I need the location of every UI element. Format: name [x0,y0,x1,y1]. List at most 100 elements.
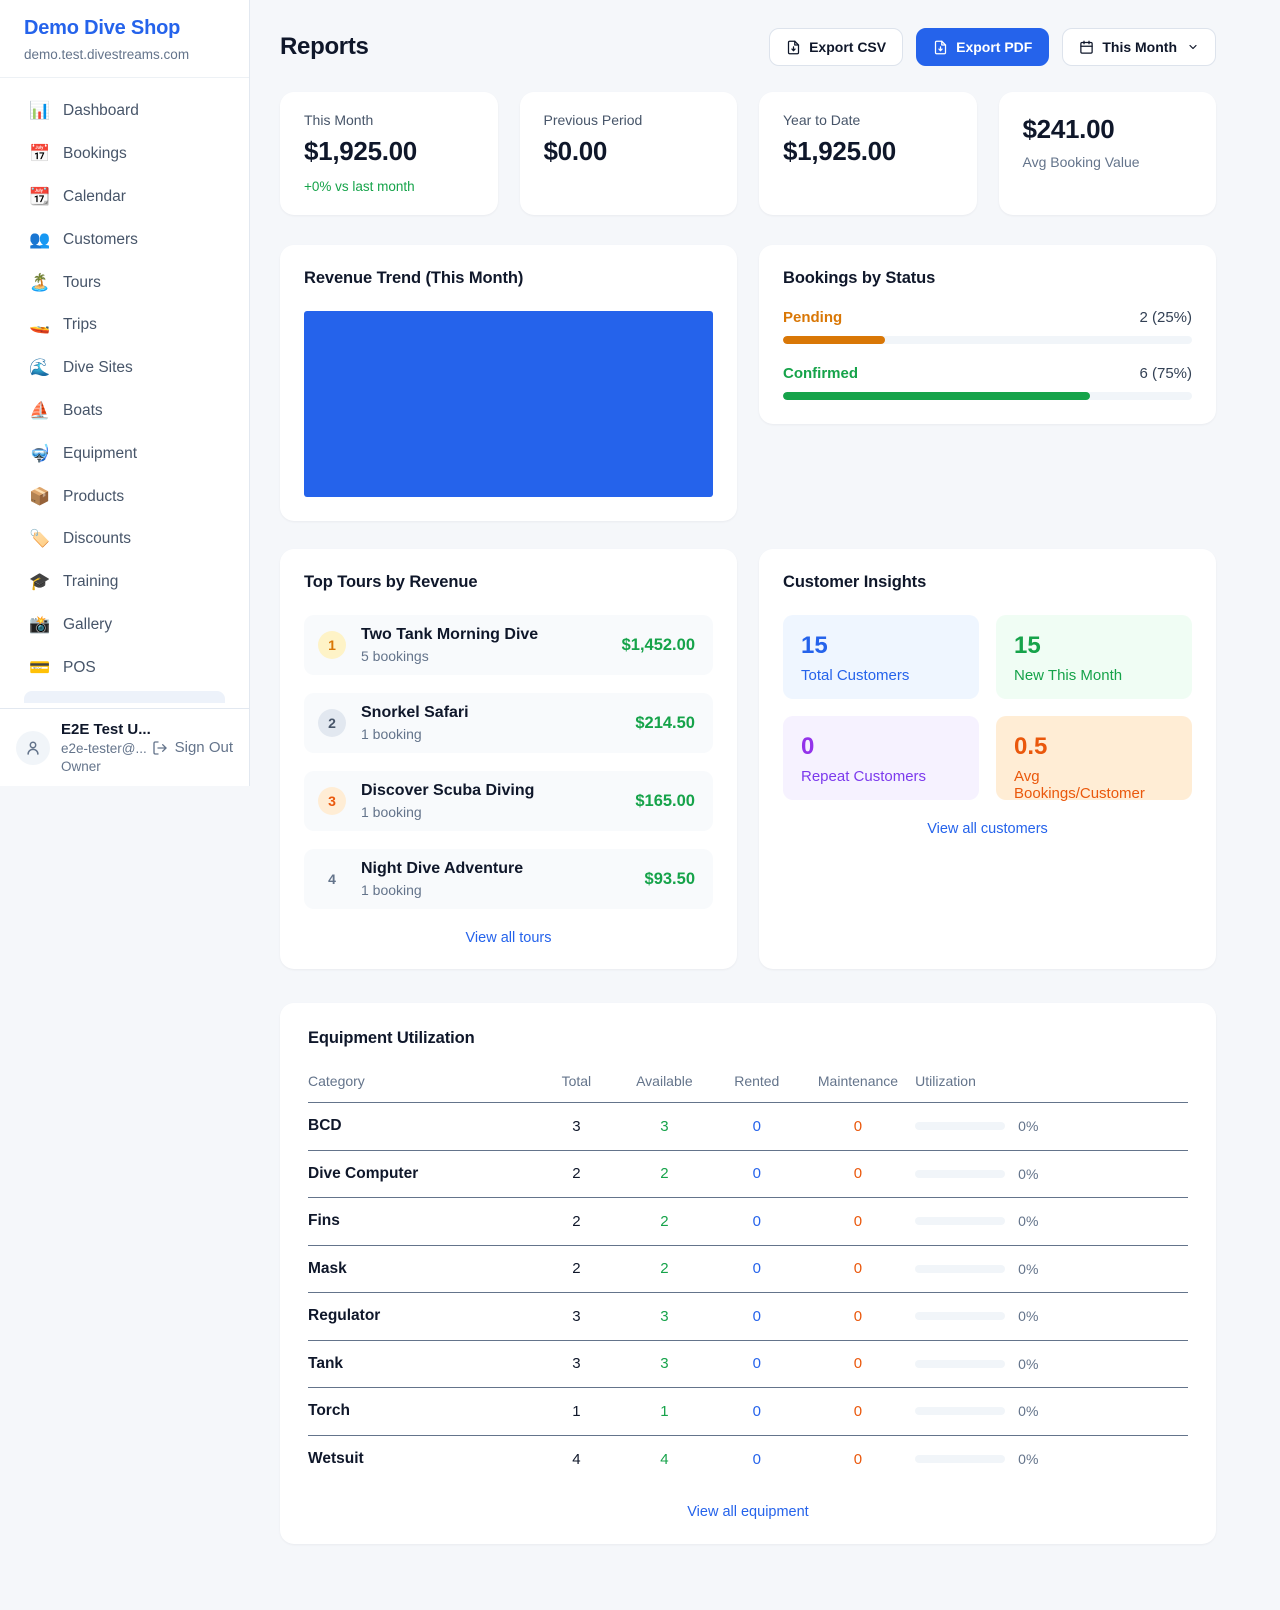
logout-icon [152,740,168,756]
view-all-equipment-link[interactable]: View all equipment [308,1504,1188,1520]
top-tours-card: Top Tours by Revenue 1 Two Tank Morning … [280,549,737,969]
sailboat-icon: ⛵ [29,401,49,421]
charts-row: Revenue Trend (This Month) Bookings by S… [280,245,1216,521]
column-header-utilization: Utilization [915,1065,1188,1103]
cell-maintenance: 0 [801,1435,915,1483]
cell-available: 2 [616,1198,713,1246]
tour-list-item: 3 Discover Scuba Diving 1 booking $165.0… [304,771,713,831]
period-dropdown[interactable]: This Month [1062,28,1216,66]
tour-name: Discover Scuba Diving [361,782,534,800]
cell-utilization: 0% [915,1198,1188,1246]
cell-total: 3 [537,1293,616,1341]
equipment-utilization-title: Equipment Utilization [308,1029,1188,1048]
sidebar-item-tours[interactable]: 🏝️ Tours [12,261,237,304]
sidebar-item-bookings[interactable]: 📅 Bookings [12,133,237,176]
cell-category: Torch [308,1388,537,1436]
stat-label: Avg Booking Value [1023,154,1193,170]
header-actions: Export CSV Export PDF This Month [769,28,1216,66]
sidebar-item-boats[interactable]: ⛵ Boats [12,390,237,433]
sidebar-item-label: Products [63,488,124,506]
column-header-total: Total [537,1065,616,1103]
column-header-maintenance: Maintenance [801,1065,915,1103]
tag-icon: 🏷️ [29,529,49,549]
export-csv-button[interactable]: Export CSV [769,28,903,66]
sidebar-item-partial-highlight[interactable] [24,691,225,703]
insight-tile-new-this-month: 15 New This Month [996,615,1192,699]
sidebar-item-equipment[interactable]: 🤿 Equipment [12,432,237,475]
progress-fill-confirmed [783,392,1090,400]
stat-label: Previous Period [544,112,714,128]
utilization-bar [915,1360,1005,1368]
cell-available: 3 [616,1340,713,1388]
tour-bookings: 1 booking [361,726,469,742]
utilization-percent: 0% [1018,1166,1038,1182]
cell-total: 2 [537,1198,616,1246]
cell-category: BCD [308,1103,537,1151]
column-header-available: Available [616,1065,713,1103]
sidebar-item-label: Bookings [63,145,127,163]
sidebar-item-label: Customers [63,231,138,249]
stat-card-avg-booking-value: $241.00 Avg Booking Value [999,92,1217,215]
cell-category: Wetsuit [308,1435,537,1483]
file-download-icon [933,40,948,55]
cell-maintenance: 0 [801,1150,915,1198]
sidebar-item-label: Gallery [63,616,112,634]
sidebar-item-dashboard[interactable]: 📊 Dashboard [12,90,237,133]
graduation-cap-icon: 🎓 [29,572,49,592]
user-role: Owner [61,759,141,774]
sidebar-item-label: Boats [63,402,103,420]
cell-rented: 0 [713,1103,801,1151]
sidebar-item-gallery[interactable]: 📸 Gallery [12,604,237,647]
sidebar-item-customers[interactable]: 👥 Customers [12,218,237,261]
cell-rented: 0 [713,1388,801,1436]
tile-label: Repeat Customers [801,768,961,785]
cell-maintenance: 0 [801,1198,915,1246]
cell-total: 3 [537,1340,616,1388]
sidebar-item-label: POS [63,659,96,677]
cell-available: 2 [616,1150,713,1198]
dashboard-icon: 📊 [29,101,49,121]
export-csv-label: Export CSV [809,39,886,55]
export-pdf-button[interactable]: Export PDF [916,28,1049,66]
utilization-percent: 0% [1018,1213,1038,1229]
sign-out-button[interactable]: Sign Out [152,739,233,756]
revenue-trend-chart [304,311,713,497]
sidebar-item-dive-sites[interactable]: 🌊 Dive Sites [12,347,237,390]
tour-revenue: $214.50 [635,714,695,733]
brand-domain: demo.test.divestreams.com [24,47,225,62]
cell-maintenance: 0 [801,1103,915,1151]
sidebar: Demo Dive Shop demo.test.divestreams.com… [0,0,250,786]
sidebar-item-trips[interactable]: 🚤 Trips [12,304,237,347]
cell-total: 4 [537,1435,616,1483]
sidebar-item-training[interactable]: 🎓 Training [12,561,237,604]
sidebar-item-pos[interactable]: 💳 POS [12,646,237,689]
cell-rented: 0 [713,1198,801,1246]
rank-badge: 3 [318,787,346,815]
stat-card-this-month: This Month $1,925.00 +0% vs last month [280,92,498,215]
sidebar-nav: 📊 Dashboard 📅 Bookings 📆 Calendar 👥 Cust… [0,78,249,708]
insights-grid: 15 Total Customers 15 New This Month 0 R… [783,615,1192,800]
tour-revenue: $165.00 [635,792,695,811]
rank-badge: 1 [318,631,346,659]
app-root: Demo Dive Shop demo.test.divestreams.com… [0,0,1280,1584]
cell-utilization: 0% [915,1245,1188,1293]
table-row: Torch 1 1 0 0 0% [308,1388,1188,1436]
cell-rented: 0 [713,1435,801,1483]
sidebar-item-discounts[interactable]: 🏷️ Discounts [12,518,237,561]
sidebar-item-label: Discounts [63,530,131,548]
cell-maintenance: 0 [801,1245,915,1293]
tour-bookings: 5 bookings [361,648,538,664]
progress-fill-pending [783,336,885,344]
tour-list: 1 Two Tank Morning Dive 5 bookings $1,45… [304,615,713,909]
stat-value: $0.00 [544,136,714,167]
view-all-customers-link[interactable]: View all customers [783,821,1192,837]
utilization-bar [915,1122,1005,1130]
view-all-tours-link[interactable]: View all tours [304,930,713,946]
sidebar-item-products[interactable]: 📦 Products [12,475,237,518]
sidebar-item-label: Dashboard [63,102,139,120]
cell-available: 3 [616,1293,713,1341]
island-icon: 🏝️ [29,273,49,293]
cell-total: 2 [537,1245,616,1293]
sidebar-item-calendar[interactable]: 📆 Calendar [12,176,237,219]
cell-maintenance: 0 [801,1388,915,1436]
